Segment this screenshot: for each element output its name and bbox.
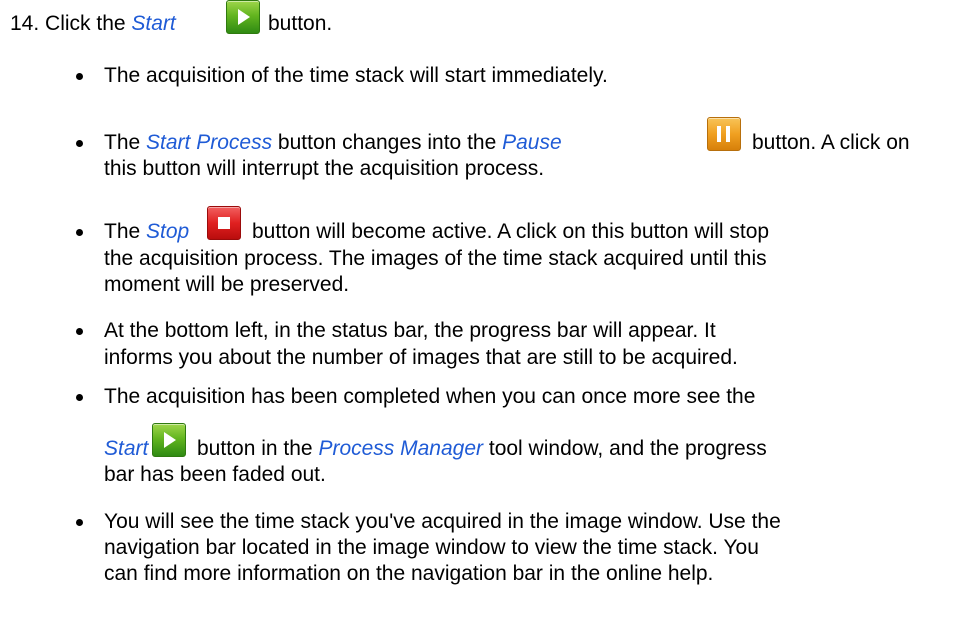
bullet-5-line3: bar has been faded out. [104,463,326,486]
bullet-3-line1a: The Stop [104,219,189,245]
start-button-icon-2 [152,423,186,457]
step-14-line: 14. Click the Start [10,11,176,37]
pause-label: Pause [502,131,562,154]
bullet-3-line2: the acquisition process. The images of t… [104,247,767,270]
bullet-marker [76,328,83,335]
bullet-3-text2: button will become active. A click on th… [252,220,770,243]
bullet-2-text2: button changes into the [277,131,497,154]
bullet-3-line3: moment will be preserved. [104,273,350,296]
play-icon [238,9,250,25]
bullet-2-line2: this button will interrupt the acquisiti… [104,157,545,180]
pause-button-icon [707,117,741,151]
bullet-marker [76,140,83,147]
bullet-4-line2: informs you about the number of images t… [104,346,738,369]
step-text-after: button. [268,12,333,35]
step-text-before: Click the [45,12,126,35]
bullet-6-line3: can find more information on the navigat… [104,562,714,585]
start-label: Start [131,12,176,35]
start-process-label: Start Process [146,131,273,154]
bullet-3-text1: The [104,220,141,243]
start-button-icon [226,0,260,34]
bullet-2-text3: button. A click on [752,131,910,154]
bullet-marker [76,394,83,401]
play-icon [164,432,176,448]
stop-button-icon [207,206,241,240]
pause-icon [717,126,721,142]
pause-icon-bar [726,126,730,142]
bullet-marker [76,519,83,526]
bullet-marker [76,229,83,236]
step-number: 14. [10,12,40,35]
start-label-2: Start [104,437,149,460]
stop-icon [218,217,230,229]
bullet-4-line1: At the bottom left, in the status bar, t… [104,319,716,342]
bullet-6-line2: navigation bar located in the image wind… [104,536,759,559]
bullet-5-line2b: button in the Process Manager tool windo… [197,436,767,462]
bullet-6-line1: You will see the time stack you've acqui… [104,510,781,533]
bullet-5-line1: The acquisition has been completed when … [104,385,756,408]
stop-label: Stop [146,220,190,243]
process-manager-label: Process Manager [318,437,484,460]
bullet-5-text3: tool window, and the progress [488,437,767,460]
bullet-5-text2: button in the [197,437,313,460]
bullet-1-text: The acquisition of the time stack will s… [104,64,608,87]
bullet-2-line1a: The Start Process button changes into th… [104,130,562,156]
bullet-2-text1: The [104,131,141,154]
bullet-5-start-label: Start [104,436,148,462]
bullet-marker [76,73,83,80]
